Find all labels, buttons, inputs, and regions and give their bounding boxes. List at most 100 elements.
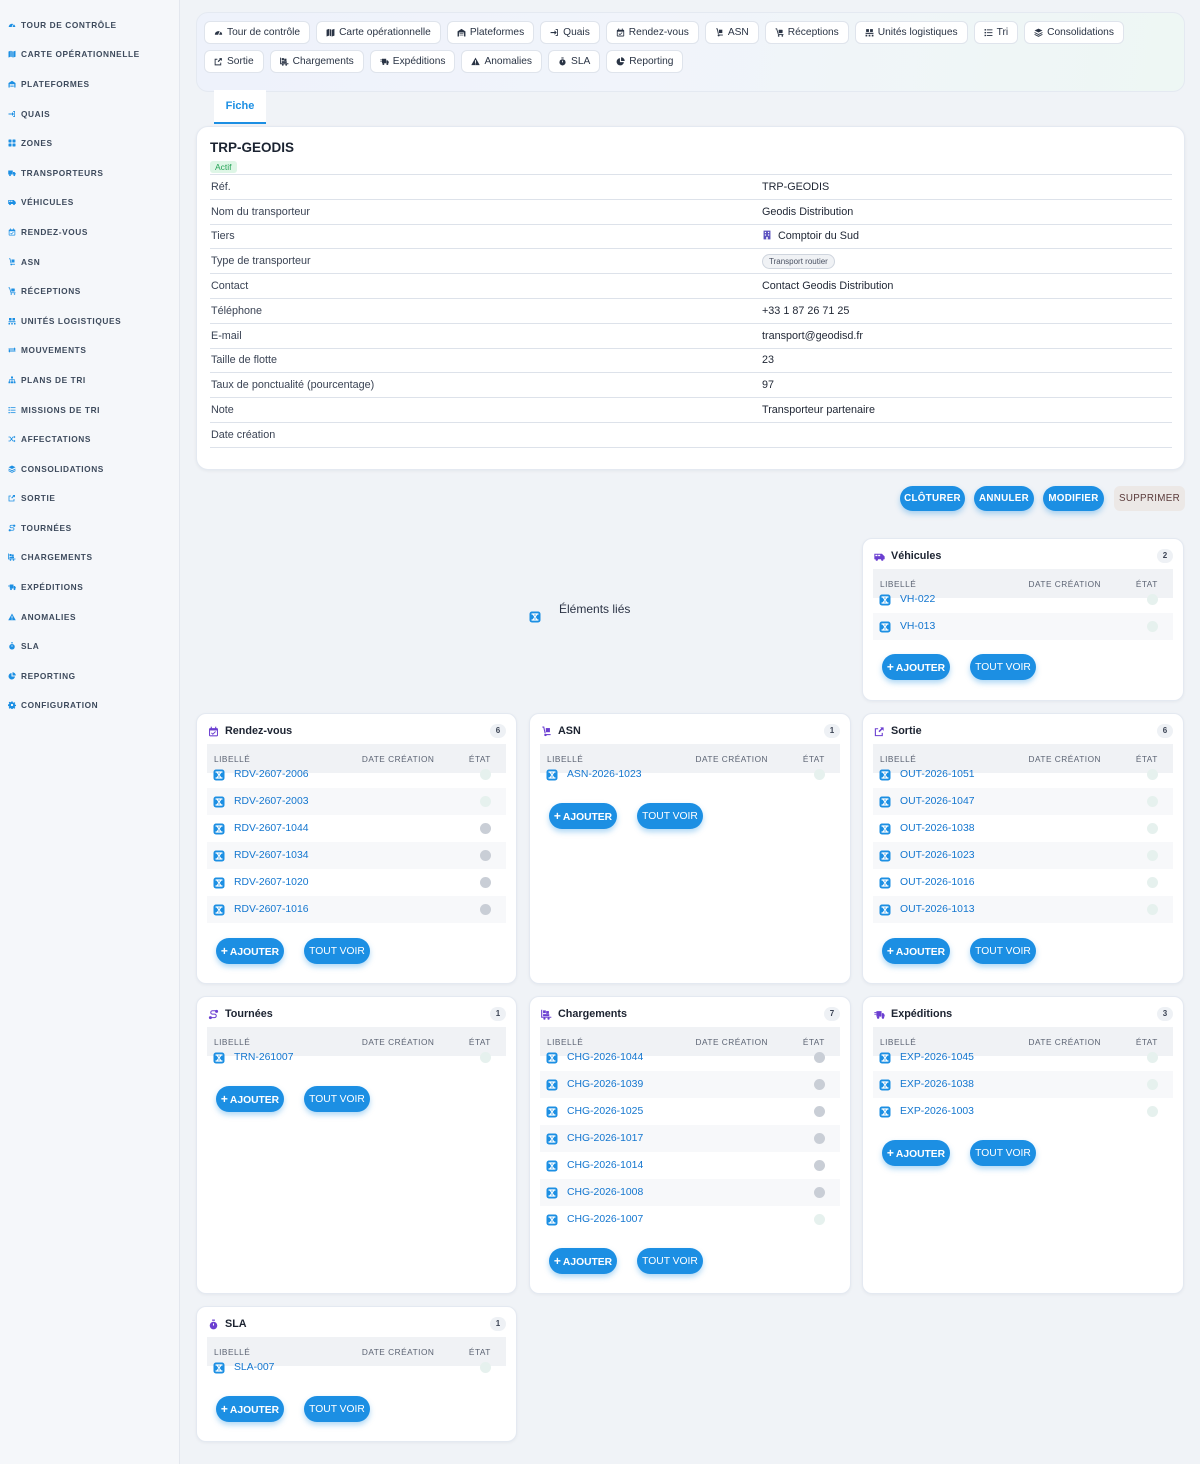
record-link[interactable]: CHG-2026-1025 xyxy=(567,1106,643,1117)
quick-nav-chip[interactable]: Réceptions xyxy=(764,21,849,44)
record-link[interactable]: VH-022 xyxy=(900,594,935,605)
sidebar-item-17[interactable]: TOURNÉES xyxy=(0,513,179,543)
add-button[interactable]: + AJOUTER xyxy=(882,938,950,964)
record-link[interactable]: RDV-2607-1034 xyxy=(234,850,309,861)
quick-nav-chip[interactable]: Chargements xyxy=(269,50,364,73)
quick-nav-chip[interactable]: Plateformes xyxy=(446,21,535,44)
view-all-button[interactable]: TOUT VOIR xyxy=(304,1396,370,1422)
sidebar-item-9[interactable]: RÉCEPTIONS xyxy=(0,276,179,306)
table-row[interactable]: CHG-2026-1008 xyxy=(540,1179,840,1206)
record-link[interactable]: CHG-2026-1044 xyxy=(567,1052,643,1063)
add-button[interactable]: + AJOUTER xyxy=(216,1086,284,1112)
add-button[interactable]: + AJOUTER xyxy=(882,654,950,680)
sidebar-item-0[interactable]: TOUR DE CONTRÔLE xyxy=(0,10,179,40)
view-all-button[interactable]: TOUT VOIR xyxy=(970,1140,1036,1166)
record-link[interactable]: CHG-2026-1008 xyxy=(567,1187,643,1198)
record-link[interactable]: EXP-2026-1003 xyxy=(900,1106,974,1117)
quick-nav-chip[interactable]: Quais xyxy=(540,21,600,44)
table-row[interactable]: RDV-2607-1020 xyxy=(207,869,506,896)
table-row[interactable]: ASN-2026-1023 xyxy=(540,761,840,788)
quick-nav-chip[interactable]: Reporting xyxy=(606,50,684,73)
record-link[interactable]: VH-013 xyxy=(900,621,935,632)
sidebar-item-11[interactable]: MOUVEMENTS xyxy=(0,336,179,366)
record-link[interactable]: OUT-2026-1047 xyxy=(900,796,975,807)
sidebar-item-21[interactable]: SLA xyxy=(0,631,179,661)
third-party-link[interactable]: Comptoir du Sud xyxy=(762,230,859,242)
sidebar-item-2[interactable]: PLATEFORMES xyxy=(0,69,179,99)
table-row[interactable]: CHG-2026-1014 xyxy=(540,1152,840,1179)
view-all-button[interactable]: TOUT VOIR xyxy=(304,1086,370,1112)
record-link[interactable]: CHG-2026-1014 xyxy=(567,1160,643,1171)
add-button[interactable]: + AJOUTER xyxy=(549,1248,617,1274)
sidebar-item-1[interactable]: CARTE OPÉRATIONNELLE xyxy=(0,40,179,70)
sidebar-item-23[interactable]: CONFIGURATION xyxy=(0,691,179,721)
add-button[interactable]: + AJOUTER xyxy=(216,938,284,964)
quick-nav-chip[interactable]: Rendez-vous xyxy=(605,21,699,44)
table-row[interactable]: OUT-2026-1016 xyxy=(873,869,1173,896)
record-link[interactable]: ASN-2026-1023 xyxy=(567,769,642,780)
add-button[interactable]: + AJOUTER xyxy=(216,1396,284,1422)
record-link[interactable]: OUT-2026-1013 xyxy=(900,904,975,915)
record-link[interactable]: OUT-2026-1038 xyxy=(900,823,975,834)
table-row[interactable]: CHG-2026-1044 xyxy=(540,1044,840,1071)
table-row[interactable]: EXP-2026-1045 xyxy=(873,1044,1173,1071)
sidebar-item-15[interactable]: CONSOLIDATIONS xyxy=(0,454,179,484)
record-link[interactable]: RDV-2607-1020 xyxy=(234,877,309,888)
close-record-button[interactable]: CLÔTURER xyxy=(900,486,965,511)
table-row[interactable]: CHG-2026-1039 xyxy=(540,1071,840,1098)
table-row[interactable]: CHG-2026-1017 xyxy=(540,1125,840,1152)
table-row[interactable]: RDV-2607-1016 xyxy=(207,896,506,923)
record-link[interactable]: TRN-261007 xyxy=(234,1052,294,1063)
sidebar-item-13[interactable]: MISSIONS DE TRI xyxy=(0,395,179,425)
sidebar-item-22[interactable]: REPORTING xyxy=(0,661,179,691)
table-row[interactable]: EXP-2026-1038 xyxy=(873,1071,1173,1098)
record-link[interactable]: RDV-2607-1044 xyxy=(234,823,309,834)
table-row[interactable]: RDV-2607-1034 xyxy=(207,842,506,869)
sidebar-item-16[interactable]: SORTIE xyxy=(0,484,179,514)
table-row[interactable]: OUT-2026-1023 xyxy=(873,842,1173,869)
sidebar-item-8[interactable]: ASN xyxy=(0,247,179,277)
quick-nav-chip[interactable]: SLA xyxy=(548,50,601,73)
sidebar-item-14[interactable]: AFFECTATIONS xyxy=(0,424,179,454)
edit-button[interactable]: MODIFIER xyxy=(1043,486,1104,511)
sidebar-item-19[interactable]: EXPÉDITIONS xyxy=(0,572,179,602)
quick-nav-chip[interactable]: Sortie xyxy=(204,50,264,73)
sidebar-item-4[interactable]: ZONES xyxy=(0,128,179,158)
sidebar-item-18[interactable]: CHARGEMENTS xyxy=(0,543,179,573)
view-all-button[interactable]: TOUT VOIR xyxy=(637,803,703,829)
sidebar-item-5[interactable]: TRANSPORTEURS xyxy=(0,158,179,188)
record-link[interactable]: EXP-2026-1045 xyxy=(900,1052,974,1063)
sidebar-item-12[interactable]: PLANS DE TRI xyxy=(0,365,179,395)
table-row[interactable]: RDV-2607-2006 xyxy=(207,761,506,788)
record-link[interactable]: RDV-2607-1016 xyxy=(234,904,309,915)
table-row[interactable]: OUT-2026-1013 xyxy=(873,896,1173,923)
table-row[interactable]: VH-022 xyxy=(873,586,1173,613)
record-link[interactable]: RDV-2607-2006 xyxy=(234,769,309,780)
view-all-button[interactable]: TOUT VOIR xyxy=(637,1248,703,1274)
record-link[interactable]: CHG-2026-1007 xyxy=(567,1214,643,1225)
record-link[interactable]: CHG-2026-1039 xyxy=(567,1079,643,1090)
quick-nav-chip[interactable]: Unités logistiques xyxy=(854,21,968,44)
view-all-button[interactable]: TOUT VOIR xyxy=(970,938,1036,964)
tab-fiche[interactable]: Fiche xyxy=(214,90,266,124)
table-row[interactable]: CHG-2026-1025 xyxy=(540,1098,840,1125)
view-all-button[interactable]: TOUT VOIR xyxy=(304,938,370,964)
view-all-button[interactable]: TOUT VOIR xyxy=(970,654,1036,680)
quick-nav-chip[interactable]: Tour de contrôle xyxy=(204,21,311,44)
record-link[interactable]: SLA-007 xyxy=(234,1362,274,1373)
table-row[interactable]: OUT-2026-1047 xyxy=(873,788,1173,815)
table-row[interactable]: VH-013 xyxy=(873,613,1173,640)
sidebar-item-10[interactable]: UNITÉS LOGISTIQUES xyxy=(0,306,179,336)
record-link[interactable]: OUT-2026-1023 xyxy=(900,850,975,861)
quick-nav-chip[interactable]: ASN xyxy=(704,21,759,44)
quick-nav-chip[interactable]: Anomalies xyxy=(461,50,543,73)
record-link[interactable]: OUT-2026-1051 xyxy=(900,769,975,780)
table-row[interactable]: TRN-261007 xyxy=(207,1044,506,1071)
table-row[interactable]: EXP-2026-1003 xyxy=(873,1098,1173,1125)
table-row[interactable]: RDV-2607-1044 xyxy=(207,815,506,842)
table-row[interactable]: SLA-007 xyxy=(207,1354,506,1381)
quick-nav-chip[interactable]: Tri xyxy=(973,21,1019,44)
add-button[interactable]: + AJOUTER xyxy=(549,803,617,829)
record-link[interactable]: CHG-2026-1017 xyxy=(567,1133,643,1144)
sidebar-item-3[interactable]: QUAIS xyxy=(0,99,179,129)
